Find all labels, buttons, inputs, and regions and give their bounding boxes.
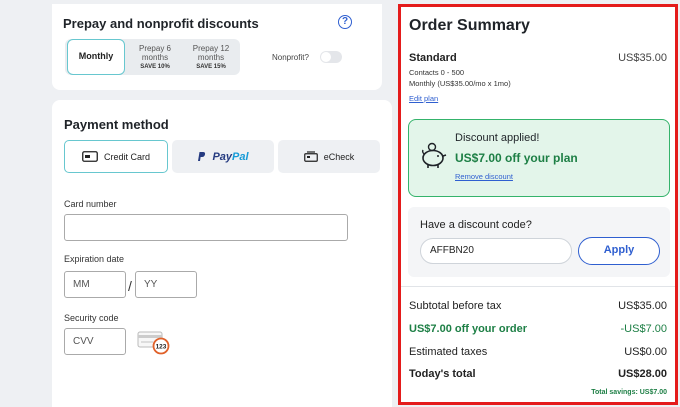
prepay-discount-card: Prepay and nonprofit discounts ? Monthly… — [52, 4, 382, 90]
billing-option-monthly[interactable]: Monthly — [67, 39, 125, 75]
billing-period-selector: Monthly Prepay 6 months SAVE 10% Prepay … — [65, 39, 240, 75]
billing-option-prepay-12[interactable]: Prepay 12 months SAVE 15% — [183, 39, 239, 75]
discount-code-section: Have a discount code? AFFBN20 Apply — [408, 207, 670, 277]
plan-billing: Monthly (US$35.00/mo x 1mo) — [409, 79, 511, 88]
security-code-label: Security code — [64, 313, 119, 323]
order-summary-title: Order Summary — [409, 17, 530, 34]
expiration-year-input[interactable]: YY — [135, 271, 197, 298]
paypal-button[interactable]: PayPal — [172, 140, 274, 173]
subtotal-value: US$35.00 — [618, 300, 667, 312]
subtotal-label: Subtotal before tax — [409, 300, 502, 312]
checkout-form-column: Prepay and nonprofit discounts ? Monthly… — [0, 0, 398, 407]
edit-plan-link[interactable]: Edit plan — [409, 94, 438, 103]
billing-option-monthly-label: Monthly — [78, 51, 114, 61]
todays-total-label: Today's total — [409, 368, 476, 380]
card-number-input[interactable] — [64, 214, 348, 241]
billing-option-prepay-6-line1: Prepay 6 — [138, 44, 172, 53]
expiration-date-label: Expiration date — [64, 254, 125, 264]
paypal-logo-text: PayPal — [212, 150, 249, 163]
order-discount-value: -US$7.00 — [620, 323, 667, 335]
date-separator: / — [128, 278, 132, 294]
discount-code-input[interactable]: AFFBN20 — [420, 238, 572, 264]
nonprofit-toggle[interactable] — [320, 51, 342, 63]
discount-amount: US$7.00 off your plan — [455, 151, 578, 165]
prepay-title: Prepay and nonprofit discounts — [63, 16, 259, 31]
discount-code-label: Have a discount code? — [420, 219, 532, 231]
estimated-taxes-label: Estimated taxes — [409, 346, 488, 358]
cvv-input[interactable]: CVV — [64, 328, 126, 355]
billing-option-prepay-12-savings: SAVE 15% — [196, 64, 226, 70]
credit-card-label: Credit Card — [103, 151, 150, 162]
help-icon[interactable]: ? — [338, 15, 352, 29]
billing-option-prepay-12-line2: months — [197, 53, 225, 62]
piggy-bank-icon — [421, 142, 447, 168]
billing-option-prepay-6-line2: months — [141, 53, 169, 62]
nonprofit-label: Nonprofit? — [272, 53, 309, 62]
discount-applied-box: Discount applied! US$7.00 off your plan … — [408, 119, 670, 197]
remove-discount-link[interactable]: Remove discount — [455, 172, 513, 181]
billing-option-prepay-6-savings: SAVE 10% — [140, 64, 170, 70]
echeck-label: eCheck — [323, 151, 355, 162]
estimated-taxes-value: US$0.00 — [624, 346, 667, 358]
check-icon — [303, 151, 318, 162]
paypal-icon — [198, 152, 206, 161]
credit-card-icon — [82, 151, 98, 162]
discount-applied-title: Discount applied! — [455, 132, 540, 144]
order-summary-panel: Order Summary Standard US$35.00 Contacts… — [398, 4, 678, 405]
apply-button[interactable]: Apply — [578, 237, 660, 265]
payment-title: Payment method — [64, 117, 169, 132]
billing-option-prepay-12-line1: Prepay 12 — [192, 44, 230, 53]
plan-name: Standard — [409, 52, 457, 64]
plan-price: US$35.00 — [618, 52, 667, 64]
total-savings: Total savings: US$7.00 — [591, 389, 667, 396]
credit-card-button[interactable]: Credit Card — [64, 140, 168, 173]
expiration-month-input[interactable]: MM — [64, 271, 126, 298]
plan-contacts: Contacts 0 - 500 — [409, 68, 465, 77]
cvv-icon-digits: 123 — [156, 344, 167, 351]
cvv-card-icon: 123 — [137, 331, 170, 355]
todays-total-value: US$28.00 — [618, 368, 667, 380]
billing-option-prepay-6[interactable]: Prepay 6 months SAVE 10% — [127, 39, 183, 75]
echeck-button[interactable]: eCheck — [278, 140, 380, 173]
summary-divider — [401, 286, 675, 287]
payment-method-card: Payment method Credit Card PayPal eCheck… — [52, 100, 392, 407]
order-discount-label: US$7.00 off your order — [409, 323, 527, 335]
card-number-label: Card number — [64, 199, 117, 209]
